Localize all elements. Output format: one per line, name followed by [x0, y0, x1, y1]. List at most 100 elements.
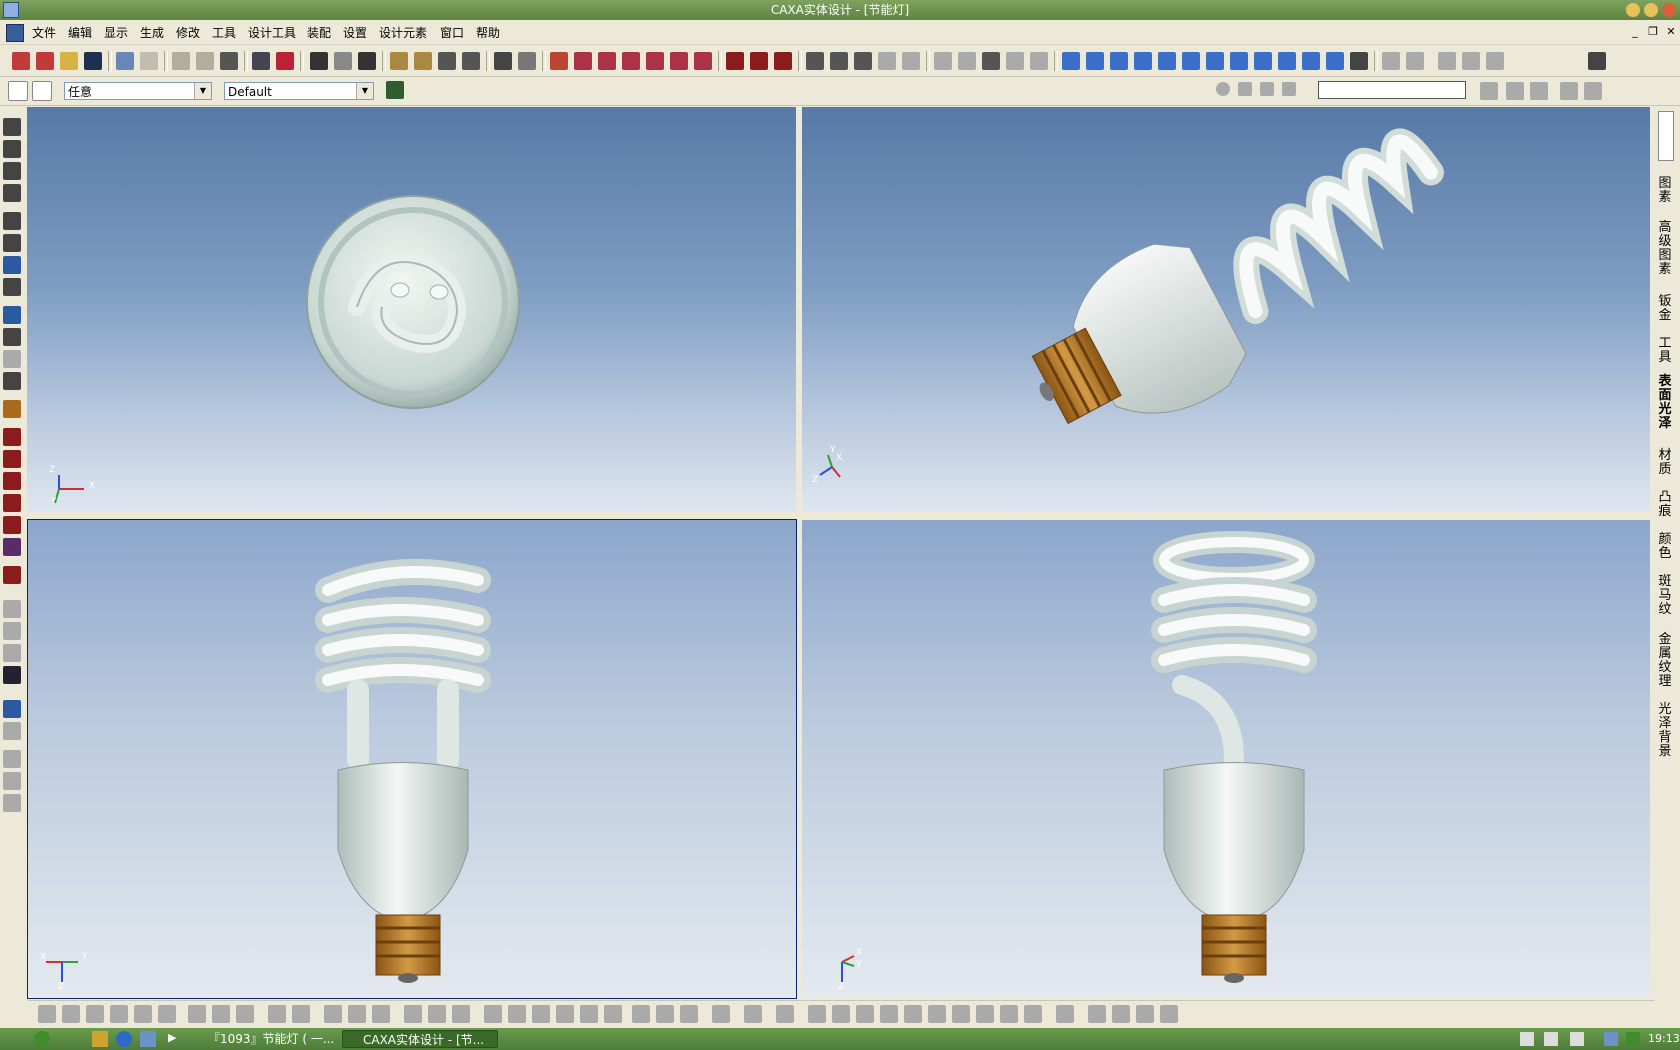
tab-surface-gloss[interactable]: 表面光泽 [1656, 375, 1674, 431]
rewind-icon[interactable] [1282, 82, 1296, 96]
boolean-icon[interactable] [934, 52, 952, 70]
camera-path-icon[interactable] [1560, 82, 1578, 100]
menu-tools[interactable]: 工具 [212, 24, 236, 41]
curve-helix-icon[interactable] [1086, 52, 1104, 70]
select-box-icon[interactable] [32, 81, 52, 101]
task-browser[interactable]: 『1093』节能灯 ( 一... [188, 1030, 336, 1048]
animation-icon[interactable] [1480, 82, 1498, 100]
close-button[interactable] [1662, 3, 1676, 17]
tab-zebra[interactable]: 斑马纹 [1656, 575, 1674, 617]
menu-design-tools[interactable]: 设计工具 [248, 24, 296, 41]
help-icon[interactable] [1544, 1032, 1558, 1046]
path-icon[interactable] [1506, 82, 1524, 100]
mirror-icon[interactable] [982, 52, 1000, 70]
arc-3pt-icon[interactable] [632, 1005, 650, 1023]
menu-file[interactable]: 文件 [32, 24, 56, 41]
parallel-icon[interactable] [856, 1005, 874, 1023]
chevron-down-icon[interactable]: ▼ [356, 83, 373, 99]
save-icon[interactable] [84, 52, 102, 70]
spline-icon[interactable] [646, 52, 664, 70]
refresh-icon[interactable] [86, 1005, 104, 1023]
move-icon[interactable] [3, 118, 21, 136]
hexagon-icon[interactable] [604, 1005, 622, 1023]
viewport-bottom-right[interactable]: X Y Z [802, 520, 1650, 998]
tab-primitives[interactable]: 图素 [1656, 177, 1674, 205]
plane-icon[interactable] [3, 428, 21, 446]
dimension-icon[interactable] [518, 52, 536, 70]
arc-icon[interactable] [622, 52, 640, 70]
slope-icon[interactable] [1024, 1005, 1042, 1023]
curve-bridge-icon[interactable] [1206, 52, 1224, 70]
stop-icon[interactable] [1260, 82, 1274, 96]
tab-advanced-primitives[interactable]: 高级图素 [1656, 221, 1674, 277]
eyedropper-icon[interactable] [3, 700, 21, 718]
box-icon[interactable] [3, 450, 21, 468]
interference-icon[interactable] [1462, 52, 1480, 70]
layer-icon[interactable] [158, 1005, 176, 1023]
help-icon[interactable] [276, 52, 294, 70]
curve-3d-icon[interactable] [1062, 52, 1080, 70]
distance-icon[interactable] [212, 1005, 230, 1023]
offset-icon[interactable] [1160, 1005, 1178, 1023]
curve-edit-icon[interactable] [1326, 52, 1344, 70]
sphere-icon[interactable] [3, 538, 21, 556]
keyframe-icon[interactable] [1530, 82, 1548, 100]
spline-icon[interactable] [712, 1005, 730, 1023]
selection-filter-select[interactable]: 任意 ▼ [64, 82, 212, 100]
menu-edit[interactable]: 编辑 [68, 24, 92, 41]
surface-icon[interactable] [3, 516, 21, 534]
viewport-bottom-left[interactable]: X Y Z [27, 519, 797, 999]
explode-icon[interactable] [1438, 52, 1456, 70]
curve-split-icon[interactable] [1230, 52, 1248, 70]
rectangle-icon[interactable] [452, 1005, 470, 1023]
menu-help[interactable]: 帮助 [476, 24, 500, 41]
circle-icon[interactable] [484, 1005, 502, 1023]
camera-icon[interactable] [3, 328, 21, 346]
curve-offset-icon[interactable] [1158, 52, 1176, 70]
menu-view[interactable]: 显示 [104, 24, 128, 41]
grid-icon[interactable] [62, 1005, 80, 1023]
orbit-icon[interactable] [3, 184, 21, 202]
quicklaunch-icon[interactable] [92, 1031, 108, 1047]
curve-projection-icon[interactable] [1110, 52, 1128, 70]
arc-icon[interactable] [372, 1005, 390, 1023]
undo-icon[interactable] [116, 52, 134, 70]
new-design-icon[interactable] [36, 52, 54, 70]
polyline-icon[interactable] [348, 1005, 366, 1023]
pencil-icon[interactable] [3, 400, 21, 418]
loft-icon[interactable] [462, 52, 480, 70]
snap-icon[interactable] [110, 1005, 128, 1023]
scale-icon[interactable] [1006, 52, 1024, 70]
minimize-button[interactable] [1626, 3, 1640, 17]
circle-tangent-icon[interactable] [532, 1005, 550, 1023]
paint-2-icon[interactable] [3, 772, 21, 790]
draft-icon[interactable] [878, 52, 896, 70]
paint-3-icon[interactable] [3, 794, 21, 812]
dashed-icon[interactable] [1088, 1005, 1106, 1023]
construction-icon[interactable] [1056, 1005, 1074, 1023]
cross-icon[interactable] [236, 1005, 254, 1023]
tab-metal-texture[interactable]: 金属纹理 [1656, 633, 1674, 689]
circle-icon[interactable] [598, 52, 616, 70]
concentric-icon[interactable] [928, 1005, 946, 1023]
surface-extend-icon[interactable] [774, 52, 792, 70]
configuration-select[interactable]: Default ▼ [224, 82, 374, 100]
tab-emboss[interactable]: 凸痕 [1656, 491, 1674, 519]
tab-gloss-background[interactable]: 光泽背景 [1656, 703, 1674, 759]
edit-icon[interactable] [268, 1005, 286, 1023]
axis-icon[interactable] [404, 1005, 422, 1023]
table-icon[interactable] [38, 1005, 56, 1023]
menu-modify[interactable]: 修改 [176, 24, 200, 41]
copy-icon[interactable] [172, 52, 190, 70]
measure-icon[interactable] [3, 566, 21, 584]
arc-center-icon[interactable] [656, 1005, 674, 1023]
start-icon[interactable] [34, 1031, 50, 1047]
walk-icon[interactable] [3, 306, 21, 324]
text-icon[interactable] [494, 52, 512, 70]
tab-material[interactable]: 材质 [1656, 449, 1674, 477]
camera-target-icon[interactable] [3, 350, 21, 368]
surface-fill-icon[interactable] [750, 52, 768, 70]
desktop-icon[interactable] [140, 1031, 156, 1047]
point-icon[interactable] [428, 1005, 446, 1023]
vertical-icon[interactable] [904, 1005, 922, 1023]
